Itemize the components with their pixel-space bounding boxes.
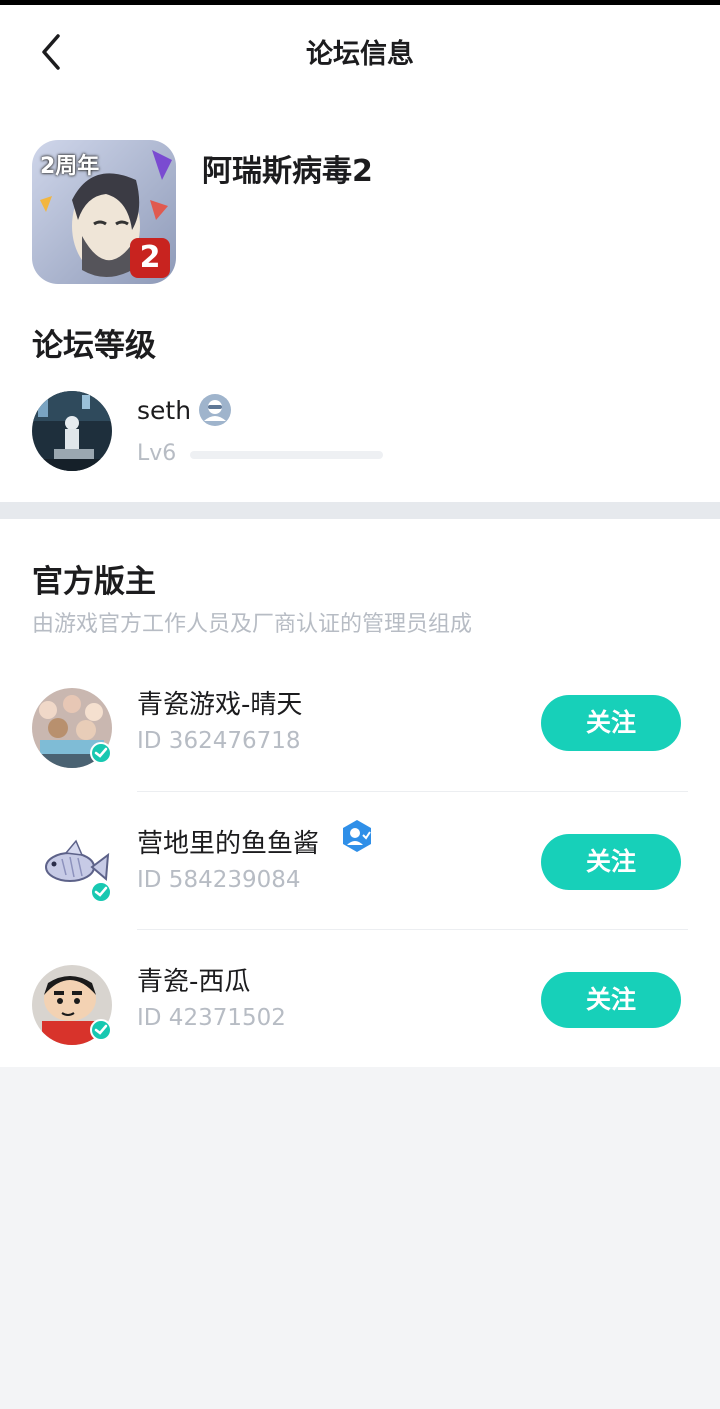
moderator-row[interactable]: 营地里的鱼鱼酱 ID 584239084 关注 xyxy=(0,820,720,961)
user-name: seth xyxy=(137,396,192,425)
follow-button[interactable]: 关注 xyxy=(541,695,681,751)
row-divider xyxy=(137,791,688,792)
moderators-subtitle: 由游戏官方工作人员及厂商认证的管理员组成 xyxy=(32,612,473,637)
user-avatar[interactable] xyxy=(32,391,112,471)
moderator-id: ID 42371502 xyxy=(137,1005,286,1031)
moderator-id: ID 584239084 xyxy=(137,867,301,893)
follow-button[interactable]: 关注 xyxy=(541,834,681,890)
moderator-id: ID 362476718 xyxy=(137,728,301,754)
user-badge-icon xyxy=(198,393,232,427)
moderator-name: 青瓷游戏-晴天 xyxy=(137,690,303,720)
moderators-title: 官方版主 xyxy=(32,564,156,600)
game-icon-corner: 2 xyxy=(130,238,170,278)
moderator-name: 营地里的鱼鱼酱 xyxy=(137,829,320,859)
moderator-row[interactable]: 青瓷游戏-晴天 ID 362476718 关注 xyxy=(0,684,720,822)
level-progress-bar xyxy=(190,451,383,459)
verified-badge-icon xyxy=(90,742,112,764)
game-icon-corner-number: 2 xyxy=(139,240,161,275)
moderator-name: 青瓷-西瓜 xyxy=(137,967,251,997)
row-divider xyxy=(137,929,688,930)
game-name: 阿瑞斯病毒2 xyxy=(202,154,373,189)
forum-level-title: 论坛等级 xyxy=(32,328,156,364)
hexagon-user-badge-icon xyxy=(341,819,373,853)
game-icon-badge: 2周年 xyxy=(40,154,100,179)
verified-badge-icon xyxy=(90,1019,112,1041)
section-divider xyxy=(0,502,720,519)
page-title: 论坛信息 xyxy=(306,39,414,70)
follow-button[interactable]: 关注 xyxy=(541,972,681,1028)
game-cover-icon[interactable]: 2周年 2 xyxy=(32,140,176,284)
moderator-row[interactable]: 青瓷-西瓜 ID 42371502 关注 xyxy=(0,961,720,1099)
user-level: Lv6 xyxy=(137,441,177,466)
verified-badge-icon xyxy=(90,881,112,903)
